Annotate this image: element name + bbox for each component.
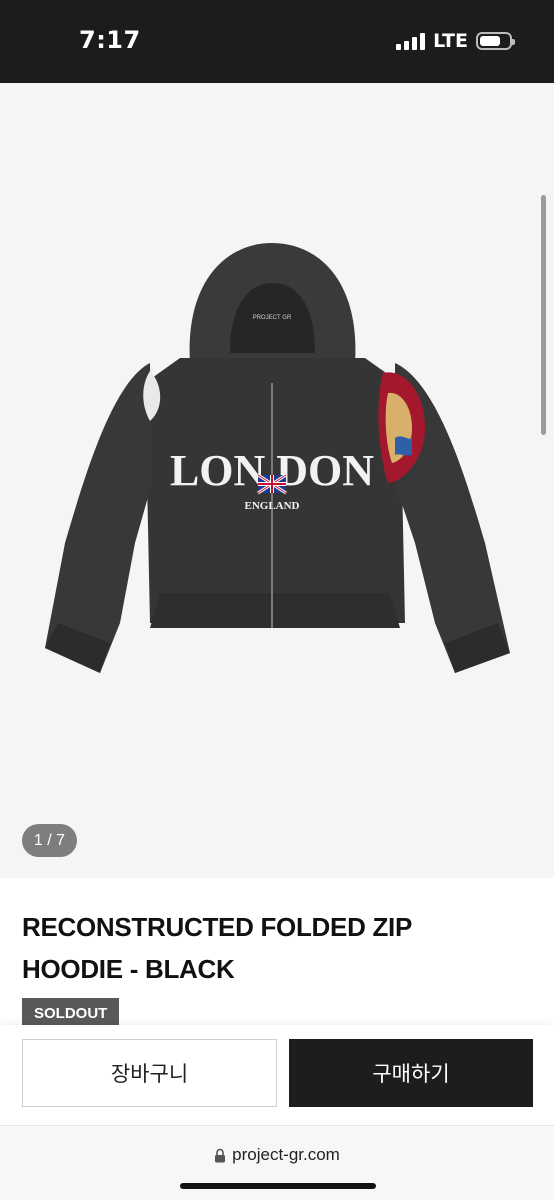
image-counter: 1 / 7 (22, 824, 77, 857)
hoodie-england-text: ENGLAND (244, 500, 299, 512)
network-label: LTE (433, 30, 468, 52)
signal-icon (396, 32, 426, 50)
battery-level (480, 36, 500, 46)
url-text: project-gr.com (232, 1145, 340, 1164)
url-display[interactable]: project-gr.com (0, 1145, 554, 1165)
home-indicator[interactable] (180, 1183, 376, 1189)
scrollbar[interactable] (541, 195, 546, 435)
product-title-line2: HOODIE - BLACK (22, 954, 235, 984)
status-bar: 7:17 LTE (0, 0, 554, 83)
product-image-gallery[interactable]: PROJECT GR LON DON ENGLAND 1 / 7 (0, 83, 554, 878)
lock-icon (215, 1148, 226, 1162)
soldout-badge: SOLDOUT (22, 998, 120, 1028)
hoodie-brand-text: PROJECT GR (253, 315, 292, 321)
purchase-bar: 장바구니 구매하기 (0, 1025, 554, 1125)
union-jack-icon (257, 473, 287, 495)
status-indicators: LTE (396, 30, 515, 52)
product-title-line1: RECONSTRUCTED FOLDED ZIP (22, 912, 413, 942)
product-image[interactable]: PROJECT GR LON DON ENGLAND (40, 243, 515, 713)
status-time: 7:17 (79, 26, 141, 54)
cart-button[interactable]: 장바구니 (22, 1039, 277, 1107)
battery-icon (476, 32, 515, 50)
browser-address-bar[interactable]: project-gr.com (0, 1125, 554, 1200)
product-title: RECONSTRUCTED FOLDED ZIP HOODIE - BLACK (22, 906, 522, 990)
buy-button[interactable]: 구매하기 (289, 1039, 533, 1107)
